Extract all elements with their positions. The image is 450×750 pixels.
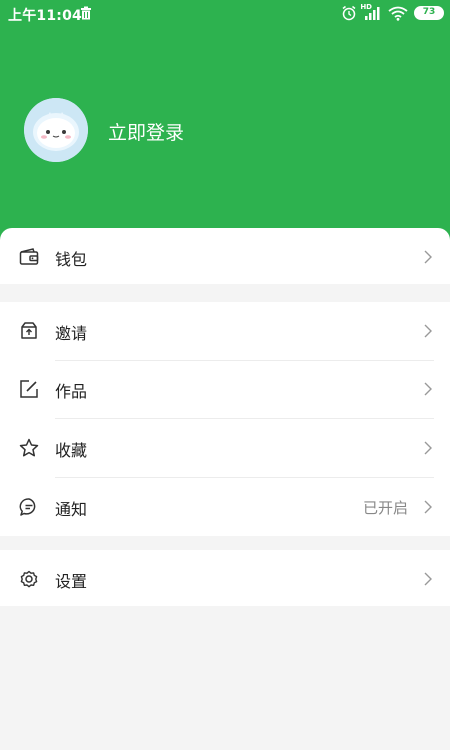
menu-card: 邀请 作品 收藏 通知 已开启 (0, 302, 450, 536)
avatar[interactable] (24, 98, 88, 162)
chevron-right-icon (424, 571, 432, 590)
chevron-right-icon (424, 249, 432, 268)
gear-icon (18, 568, 40, 590)
menu-label-notifications: 通知 (55, 500, 88, 519)
alarm-icon (341, 5, 357, 25)
status-time: 上午11:04 (8, 8, 82, 24)
star-icon (18, 437, 40, 459)
chat-bubble-icon (18, 496, 40, 518)
menu-label-invite: 邀请 (55, 324, 88, 343)
wallet-icon (18, 246, 40, 268)
menu-item-wallet[interactable]: 钱包 (0, 228, 450, 286)
chevron-right-icon (424, 440, 432, 459)
avatar-image (24, 98, 88, 162)
menu-item-notifications[interactable]: 通知 已开启 (0, 478, 450, 536)
menu-label-favorites: 收藏 (55, 441, 88, 460)
chevron-right-icon (424, 323, 432, 342)
wallet-card: 钱包 (0, 228, 450, 284)
notifications-status: 已开启 (362, 499, 408, 517)
menu-label-settings: 设置 (55, 572, 88, 591)
battery-indicator: 73 (414, 6, 444, 20)
status-icons: HD 73 (314, 3, 444, 25)
chevron-right-icon (424, 381, 432, 400)
trash-icon (80, 6, 92, 24)
login-link[interactable]: 立即登录 (108, 118, 184, 145)
menu-item-settings[interactable]: 设置 (0, 550, 450, 608)
signal-icon (364, 5, 382, 25)
invite-box-icon (18, 320, 40, 342)
status-bar: 上午11:04 HD 73 (0, 0, 450, 28)
menu-item-favorites[interactable]: 收藏 (0, 419, 450, 477)
menu-item-invite[interactable]: 邀请 (0, 302, 450, 360)
profile-header: 上午11:04 HD 73 立即登录 (0, 0, 450, 240)
settings-card: 设置 (0, 550, 450, 606)
menu-label-works: 作品 (55, 382, 88, 401)
menu-label-wallet: 钱包 (55, 250, 88, 269)
chevron-right-icon (424, 499, 432, 518)
menu-item-works[interactable]: 作品 (0, 360, 450, 418)
edit-icon (18, 378, 40, 400)
wifi-icon (388, 6, 408, 25)
